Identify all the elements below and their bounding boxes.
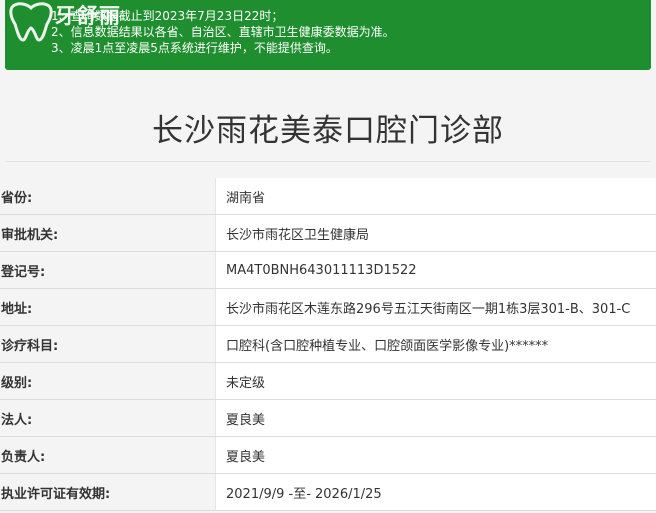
notice-lines: 1、查询数据截止到2023年7月23日22时； 2、信息数据结果以各省、自治区、…: [51, 8, 395, 56]
info-row-person-in-charge: 负责人: 夏良美: [0, 437, 656, 474]
license-validity-value: 2021/9/9 -至- 2026/1/25: [216, 474, 656, 510]
departments-label: 诊疗科目:: [0, 326, 216, 362]
info-table: 省份: 湖南省 审批机关: 长沙市雨花区卫生健康局 登记号: MA4T0BNH6…: [0, 178, 656, 511]
registration-number-label: 登记号:: [0, 252, 216, 288]
legal-person-value: 夏良美: [216, 400, 656, 436]
page-title: 长沙雨花美泰口腔门诊部: [152, 113, 504, 149]
info-row-license-validity: 执业许可证有效期: 2021/9/9 -至- 2026/1/25: [0, 474, 656, 511]
legal-person-label: 法人:: [0, 400, 216, 436]
tooth-logo-icon: [9, 2, 53, 42]
level-value: 未定级: [216, 363, 656, 399]
level-label: 级别:: [0, 363, 216, 399]
province-value: 湖南省: [216, 178, 656, 214]
notice-line-2: 2、信息数据结果以各省、自治区、直辖市卫生健康委数据为准。: [51, 25, 395, 39]
info-row-level: 级别: 未定级: [0, 363, 656, 400]
license-validity-label: 执业许可证有效期:: [0, 474, 216, 510]
address-label: 地址:: [0, 289, 216, 325]
approval-authority-label: 审批机关:: [0, 215, 216, 251]
info-row-approval-authority: 审批机关: 长沙市雨花区卫生健康局: [0, 215, 656, 252]
address-value: 长沙市雨花区木莲东路296号五江天街南区一期1栋3层301-B、301-C: [216, 289, 656, 325]
info-row-address: 地址: 长沙市雨花区木莲东路296号五江天街南区一期1栋3层301-B、301-…: [0, 289, 656, 326]
person-in-charge-value: 夏良美: [216, 437, 656, 473]
notice-line-3: 3、凌晨1点至凌晨5点系统进行维护，不能提供查询。: [51, 41, 338, 55]
info-row-departments: 诊疗科目: 口腔科(含口腔种植专业、口腔颌面医学影像专业)******: [0, 326, 656, 363]
person-in-charge-label: 负责人:: [0, 437, 216, 473]
title-area: 长沙雨花美泰口腔门诊部: [0, 70, 656, 160]
title-divider: [6, 161, 650, 162]
approval-authority-value: 长沙市雨花区卫生健康局: [216, 215, 656, 251]
notice-banner: 牙舒丽 1、查询数据截止到2023年7月23日22时； 2、信息数据结果以各省、…: [5, 0, 651, 70]
notice-line-1: 1、查询数据截止到2023年7月23日22时；: [51, 9, 284, 23]
info-row-registration-number: 登记号: MA4T0BNH643011113D1522: [0, 252, 656, 289]
page: 牙舒丽 1、查询数据截止到2023年7月23日22时； 2、信息数据结果以各省、…: [0, 0, 656, 513]
info-row-province: 省份: 湖南省: [0, 178, 656, 215]
info-row-legal-person: 法人: 夏良美: [0, 400, 656, 437]
departments-value: 口腔科(含口腔种植专业、口腔颌面医学影像专业)******: [216, 326, 656, 362]
province-label: 省份:: [0, 178, 216, 214]
registration-number-value: MA4T0BNH643011113D1522: [216, 252, 656, 288]
